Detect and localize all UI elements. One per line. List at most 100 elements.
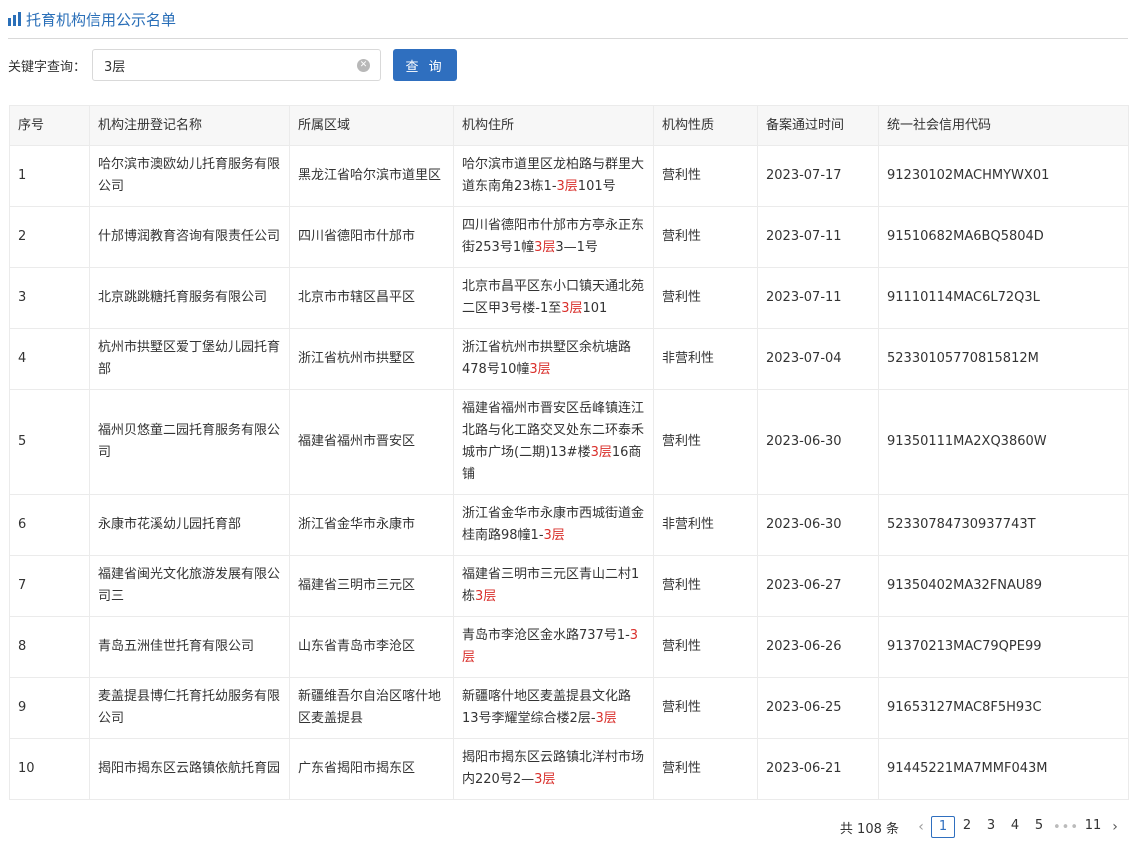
address-cell: 揭阳市揭东区云路镇北洋村市场内220号2—3层 xyxy=(453,738,654,800)
address-text: 哈尔滨市道里区龙柏路与群里大道东南角23栋1- xyxy=(462,157,645,194)
search-button[interactable]: 查 询 xyxy=(393,49,458,81)
table-row: 3 北京跳跳糖托育服务有限公司 北京市市辖区昌平区 北京市昌平区东小口镇天通北苑二区甲… xyxy=(9,267,1129,329)
filing-date-cell: 2023-06-30 xyxy=(757,494,879,556)
column-header: 所属区域 xyxy=(289,105,454,146)
search-bar: 关键字查询： ✕ 查 询 xyxy=(8,49,458,81)
table-body: 1 哈尔滨市澳欧幼儿托育服务有限公司 黑龙江省哈尔滨市道里区 哈尔滨市道里区龙柏路与群… xyxy=(9,145,1129,800)
org-type-cell: 非营利性 xyxy=(653,328,758,390)
address-text: 3—1号 xyxy=(555,240,598,255)
table-row: 2 什邡博润教育咨询有限责任公司 四川省德阳市什邡市 四川省德阳市什邡市方亭永正东街2… xyxy=(9,206,1129,268)
address-cell: 福建省福州市晋安区岳峰镇连江北路与化工路交叉处东二环泰禾城市广场(二期)13#楼… xyxy=(453,389,654,495)
org-name-cell: 杭州市拱墅区爱丁堡幼儿园托育部 xyxy=(89,328,290,390)
region-cell: 广东省揭阳市揭东区 xyxy=(289,738,454,800)
table-row: 10 揭阳市揭东区云路镇依航托育园 广东省揭阳市揭东区 揭阳市揭东区云路镇北洋村市场内… xyxy=(9,738,1129,800)
page-3[interactable]: 3 xyxy=(979,816,1003,838)
org-type-cell: 营利性 xyxy=(653,267,758,329)
address-text: 101号 xyxy=(577,179,616,194)
column-header: 机构住所 xyxy=(453,105,654,146)
filing-date-cell: 2023-07-17 xyxy=(757,145,879,207)
keyword-highlight: 3层 xyxy=(475,589,497,604)
row-number-cell: 3 xyxy=(9,267,90,329)
credit-code-cell: 91510682MA6BQ5804D xyxy=(878,206,1129,268)
credit-code-cell: 91370213MAC79QPE99 xyxy=(878,616,1129,678)
org-name-cell: 哈尔滨市澳欧幼儿托育服务有限公司 xyxy=(89,145,290,207)
org-name-cell: 福建省闽光文化旅游发展有限公司三 xyxy=(89,555,290,617)
table-row: 5 福州贝悠童二园托育服务有限公司 福建省福州市晋安区 福建省福州市晋安区岳峰镇连江北… xyxy=(9,389,1129,495)
table-row: 8 青岛五洲佳世托育有限公司 山东省青岛市李沧区 青岛市李沧区金水路737号1-3层营… xyxy=(9,616,1129,678)
row-number-cell: 10 xyxy=(9,738,90,800)
org-name-cell: 麦盖提县博仁托育托幼服务有限公司 xyxy=(89,677,290,739)
org-type-cell: 营利性 xyxy=(653,145,758,207)
column-header: 序号 xyxy=(9,105,90,146)
column-header: 机构注册登记名称 xyxy=(89,105,290,146)
region-cell: 北京市市辖区昌平区 xyxy=(289,267,454,329)
row-number-cell: 4 xyxy=(9,328,90,390)
address-cell: 四川省德阳市什邡市方亭永正东街253号1幢3层3—1号 xyxy=(453,206,654,268)
page-last[interactable]: 11 xyxy=(1081,816,1105,838)
credit-code-cell: 52330105770815812M xyxy=(878,328,1129,390)
search-box: ✕ xyxy=(92,49,382,81)
org-name-cell: 北京跳跳糖托育服务有限公司 xyxy=(89,267,290,329)
address-cell: 福建省三明市三元区青山二村1栋3层 xyxy=(453,555,654,617)
region-cell: 山东省青岛市李沧区 xyxy=(289,616,454,678)
filing-date-cell: 2023-06-30 xyxy=(757,389,879,495)
keyword-highlight: 3层 xyxy=(534,772,556,787)
region-cell: 福建省福州市晋安区 xyxy=(289,389,454,495)
filing-date-cell: 2023-06-21 xyxy=(757,738,879,800)
org-name-cell: 福州贝悠童二园托育服务有限公司 xyxy=(89,389,290,495)
address-cell: 浙江省杭州市拱墅区余杭塘路478号10幢3层 xyxy=(453,328,654,390)
keyword-highlight: 3层 xyxy=(534,240,556,255)
address-text: 青岛市李沧区金水路737号1- xyxy=(462,628,630,643)
keyword-highlight: 3层 xyxy=(556,179,578,194)
credit-code-cell: 91350402MA32FNAU89 xyxy=(878,555,1129,617)
org-type-cell: 营利性 xyxy=(653,738,758,800)
keyword-highlight: 3层 xyxy=(595,711,617,726)
results-table: 序号 机构注册登记名称 所属区域 机构住所 机构性质 备案通过时间 统一社会信用… xyxy=(9,105,1129,800)
table-header-row: 序号 机构注册登记名称 所属区域 机构住所 机构性质 备案通过时间 统一社会信用… xyxy=(9,105,1129,146)
row-number-cell: 5 xyxy=(9,389,90,495)
region-cell: 四川省德阳市什邡市 xyxy=(289,206,454,268)
credit-code-cell: 91230102MACHMYWX01 xyxy=(878,145,1129,207)
filing-date-cell: 2023-07-11 xyxy=(757,267,879,329)
more-pages-icon[interactable]: ••• xyxy=(1051,820,1081,835)
address-cell: 新疆喀什地区麦盖提县文化路13号李耀堂综合楼2层-3层 xyxy=(453,677,654,739)
page-1[interactable]: 1 xyxy=(931,816,955,838)
table-row: 7 福建省闽光文化旅游发展有限公司三 福建省三明市三元区 福建省三明市三元区青山二村1… xyxy=(9,555,1129,617)
total-count: 共 108 条 xyxy=(839,821,899,837)
org-name-cell: 永康市花溪幼儿园托育部 xyxy=(89,494,290,556)
org-type-cell: 营利性 xyxy=(653,206,758,268)
keyword-highlight: 3层 xyxy=(561,301,583,316)
table-row: 6 永康市花溪幼儿园托育部 浙江省金华市永康市 浙江省金华市永康市西城街道金桂南路98… xyxy=(9,494,1129,556)
search-input[interactable] xyxy=(93,50,381,80)
table-row: 9 麦盖提县博仁托育托幼服务有限公司 新疆维吾尔自治区喀什地区麦盖提县 新疆喀什地区麦… xyxy=(9,677,1129,739)
page-header: 托育机构信用公示名单 xyxy=(8,0,1128,39)
credit-code-cell: 91110114MAC6L72Q3L xyxy=(878,267,1129,329)
address-cell: 哈尔滨市道里区龙柏路与群里大道东南角23栋1-3层101号 xyxy=(453,145,654,207)
prev-page-icon[interactable]: ‹ xyxy=(911,819,931,835)
filing-date-cell: 2023-06-27 xyxy=(757,555,879,617)
org-type-cell: 非营利性 xyxy=(653,494,758,556)
org-type-cell: 营利性 xyxy=(653,555,758,617)
table-row: 1 哈尔滨市澳欧幼儿托育服务有限公司 黑龙江省哈尔滨市道里区 哈尔滨市道里区龙柏路与群… xyxy=(9,145,1129,207)
org-type-cell: 营利性 xyxy=(653,389,758,495)
filing-date-cell: 2023-06-26 xyxy=(757,616,879,678)
region-cell: 黑龙江省哈尔滨市道里区 xyxy=(289,145,454,207)
address-text: 北京市昌平区东小口镇天通北苑二区甲3号楼-1至 xyxy=(462,279,645,316)
region-cell: 浙江省杭州市拱墅区 xyxy=(289,328,454,390)
address-text: 101 xyxy=(582,301,608,316)
search-label: 关键字查询： xyxy=(8,59,87,75)
page-2[interactable]: 2 xyxy=(955,816,979,838)
org-type-cell: 营利性 xyxy=(653,677,758,739)
page-5[interactable]: 5 xyxy=(1027,816,1051,838)
table-row: 4 杭州市拱墅区爱丁堡幼儿园托育部 浙江省杭州市拱墅区 浙江省杭州市拱墅区余杭塘路47… xyxy=(9,328,1129,390)
row-number-cell: 8 xyxy=(9,616,90,678)
org-type-cell: 营利性 xyxy=(653,616,758,678)
column-header: 机构性质 xyxy=(653,105,758,146)
credit-code-cell: 91350111MA2XQ3860W xyxy=(878,389,1129,495)
region-cell: 浙江省金华市永康市 xyxy=(289,494,454,556)
org-name-cell: 青岛五洲佳世托育有限公司 xyxy=(89,616,290,678)
column-header: 备案通过时间 xyxy=(757,105,879,146)
clear-icon[interactable]: ✕ xyxy=(357,59,371,72)
page-4[interactable]: 4 xyxy=(1003,816,1027,838)
next-page-icon[interactable]: › xyxy=(1105,819,1125,835)
